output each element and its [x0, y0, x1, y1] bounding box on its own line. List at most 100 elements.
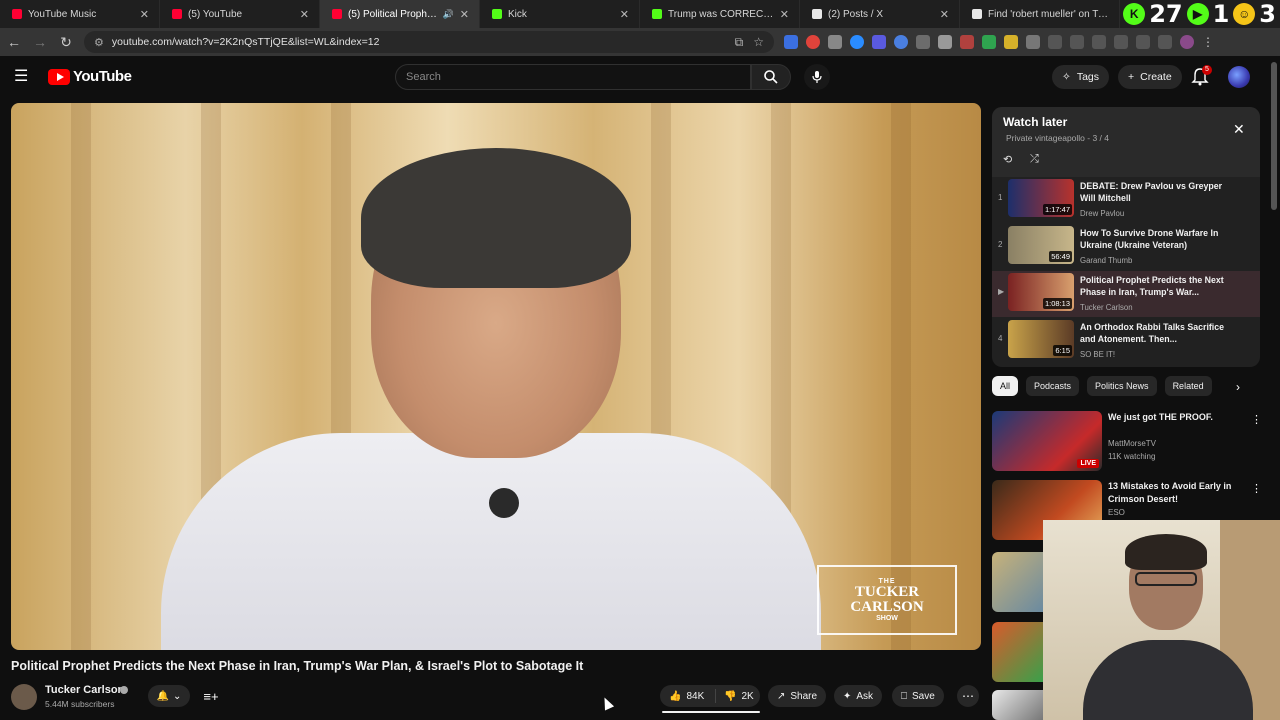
add-to-playlist-icon[interactable]: ≡+ — [200, 685, 222, 707]
share-button[interactable]: ↗ Share — [768, 685, 827, 707]
create-button[interactable]: + Create — [1118, 65, 1182, 89]
playlist-item[interactable]: 4 6:15 An Orthodox Rabbi Talks Sacrifice… — [992, 318, 1260, 364]
youtube-logo[interactable]: YouTube — [48, 68, 132, 85]
channel-avatar[interactable] — [11, 684, 37, 710]
close-icon[interactable]: ✕ — [140, 8, 149, 21]
chip-podcasts[interactable]: Podcasts — [1026, 376, 1080, 396]
playlist-title[interactable]: Watch later — [1003, 115, 1067, 129]
thumbs-up-icon: 👍 — [669, 690, 682, 702]
playlist-item-current[interactable]: ▶ 1:08:13 Political Prophet Predicts the… — [992, 271, 1260, 317]
forward-icon[interactable]: → — [28, 30, 52, 54]
subscribed-notifications-button[interactable]: 🔔 ⌄ — [148, 685, 190, 707]
history-icon[interactable] — [1048, 35, 1062, 49]
extension-icon[interactable] — [850, 35, 864, 49]
playlist-item[interactable]: 1 1:17:47 DEBATE: Drew Pavlou vs Greyper… — [992, 177, 1260, 223]
chevron-right-icon[interactable]: › — [1236, 380, 1240, 394]
voice-search-button[interactable] — [804, 64, 830, 90]
live-badge: LIVE — [1077, 459, 1099, 468]
kebab-menu-icon[interactable]: ⋮ — [1251, 482, 1262, 495]
save-button[interactable]: ⎕ Save — [892, 685, 944, 707]
youtube-icon — [172, 9, 182, 19]
video-player[interactable]: THE TUCKER CARLSON SHOW — [11, 103, 981, 650]
address-bar[interactable]: ⚙ youtube.com/watch?v=2K2nQsTTjQE&list=W… — [84, 31, 774, 53]
site-info-icon[interactable]: ⚙ — [94, 36, 104, 49]
loop-icon[interactable]: ⟲ — [1003, 153, 1019, 167]
channel-name[interactable]: Tucker Carlson — [45, 684, 124, 696]
search-button[interactable] — [751, 64, 791, 90]
sidepanel-icon[interactable] — [1114, 35, 1128, 49]
ask-button[interactable]: ✦ Ask — [834, 685, 883, 707]
browser-tab-active[interactable]: (5) Political Prophet Predict🔊✕ — [320, 0, 480, 28]
extension-icon[interactable] — [960, 35, 974, 49]
close-icon[interactable]: ✕ — [620, 8, 629, 21]
reload-icon[interactable]: ↻ — [54, 30, 78, 54]
back-icon[interactable]: ← — [2, 30, 26, 54]
shuffle-icon[interactable]: ⤮ — [1030, 153, 1046, 167]
close-icon[interactable]: ✕ — [940, 8, 949, 21]
extension-icon[interactable] — [894, 35, 908, 49]
browser-tab[interactable]: (2) Posts / X ✕ — [800, 0, 960, 28]
sparkle-icon: ✦ — [843, 690, 852, 702]
chevron-down-icon: ⌄ — [173, 690, 182, 702]
extension-icon[interactable] — [828, 35, 842, 49]
notification-count-badge: 5 — [1202, 65, 1212, 75]
like-button[interactable]: 👍 84K — [660, 689, 716, 703]
browser-tab[interactable]: YouTube Music ✕ — [0, 0, 160, 28]
recommended-video[interactable]: LIVE We just got THE PROOF. MattMorseTV … — [992, 411, 1272, 475]
hamburger-menu-icon[interactable]: ☰ — [14, 68, 32, 86]
browser-tab[interactable]: Find 'robert mueller' on TikTok — [960, 0, 1120, 28]
extension-icon[interactable] — [784, 35, 798, 49]
browser-tab[interactable]: Trump was CORRECT... the E✕ — [640, 0, 800, 28]
like-dislike-group: 👍 84K 👎 2K — [660, 685, 760, 707]
chip-related[interactable]: Related — [1164, 376, 1212, 396]
extension-icon[interactable] — [806, 35, 820, 49]
search-icon — [764, 70, 778, 84]
kick-icon: K — [1123, 3, 1146, 25]
play-icon: ▶ — [1186, 3, 1209, 25]
menu-icon[interactable] — [1158, 35, 1172, 49]
downloads-icon[interactable] — [1070, 35, 1084, 49]
extension-icon[interactable] — [938, 35, 952, 49]
playlist-item[interactable]: 2 56:49 How To Survive Drone Warfare In … — [992, 224, 1260, 270]
video-thumbnail[interactable] — [992, 622, 1043, 682]
close-icon[interactable]: ✕ — [1233, 121, 1245, 138]
watch-later-panel: Watch later Private vintageapollo - 3 / … — [992, 107, 1260, 367]
profile-avatar[interactable] — [1180, 35, 1194, 49]
related-filter-chips: All Podcasts Politics News Related — [992, 376, 1212, 398]
install-icon[interactable]: ⧉ — [735, 35, 744, 50]
extension-icon[interactable] — [1004, 35, 1018, 49]
kebab-menu-icon[interactable]: ⋮ — [1202, 35, 1214, 49]
bookmark-icon: ⎕ — [901, 690, 907, 702]
playlist-header: Watch later Private vintageapollo - 3 / … — [992, 107, 1260, 177]
search-input[interactable]: Search — [395, 64, 751, 90]
extensions-puzzle-icon[interactable] — [1026, 35, 1040, 49]
speaker-icon[interactable]: 🔊 — [443, 9, 454, 20]
extension-icon[interactable] — [916, 35, 930, 49]
chip-all[interactable]: All — [992, 376, 1019, 396]
dislike-button[interactable]: 👎 2K — [716, 691, 754, 702]
browser-tab[interactable]: Kick ✕ — [480, 0, 640, 28]
extension-icon[interactable] — [982, 35, 996, 49]
account-avatar[interactable] — [1228, 66, 1250, 88]
stream-overlay: K 27 ▶ 1 ☺ 3 — [1123, 0, 1280, 28]
browser-tab-bar: YouTube Music ✕ (5) YouTube ✕ (5) Politica… — [0, 0, 1280, 28]
extension-icon[interactable] — [872, 35, 886, 49]
more-actions-icon[interactable]: ⋯ — [957, 685, 979, 707]
kebab-menu-icon[interactable]: ⋮ — [1251, 413, 1262, 426]
tags-button[interactable]: ✧ Tags — [1052, 65, 1109, 89]
close-icon[interactable]: ✕ — [460, 8, 469, 21]
share-icon: ↗ — [777, 690, 786, 702]
bookmark-star-icon[interactable]: ☆ — [753, 35, 764, 50]
url-text[interactable]: youtube.com/watch?v=2K2nQsTTjQE&list=WL&… — [112, 36, 380, 48]
cast-icon[interactable] — [1136, 35, 1150, 49]
video-thumbnail[interactable] — [992, 552, 1043, 612]
browser-tab[interactable]: (5) YouTube ✕ — [160, 0, 320, 28]
devtools-icon[interactable] — [1092, 35, 1106, 49]
close-icon[interactable]: ✕ — [780, 8, 789, 21]
close-icon[interactable]: ✕ — [300, 8, 309, 21]
webcam-overlay — [1043, 520, 1280, 720]
video-thumbnail[interactable] — [992, 690, 1043, 720]
page-scrollbar[interactable] — [1271, 62, 1277, 210]
chip-politics-news[interactable]: Politics News — [1087, 376, 1157, 396]
speaker-hair — [361, 148, 631, 288]
